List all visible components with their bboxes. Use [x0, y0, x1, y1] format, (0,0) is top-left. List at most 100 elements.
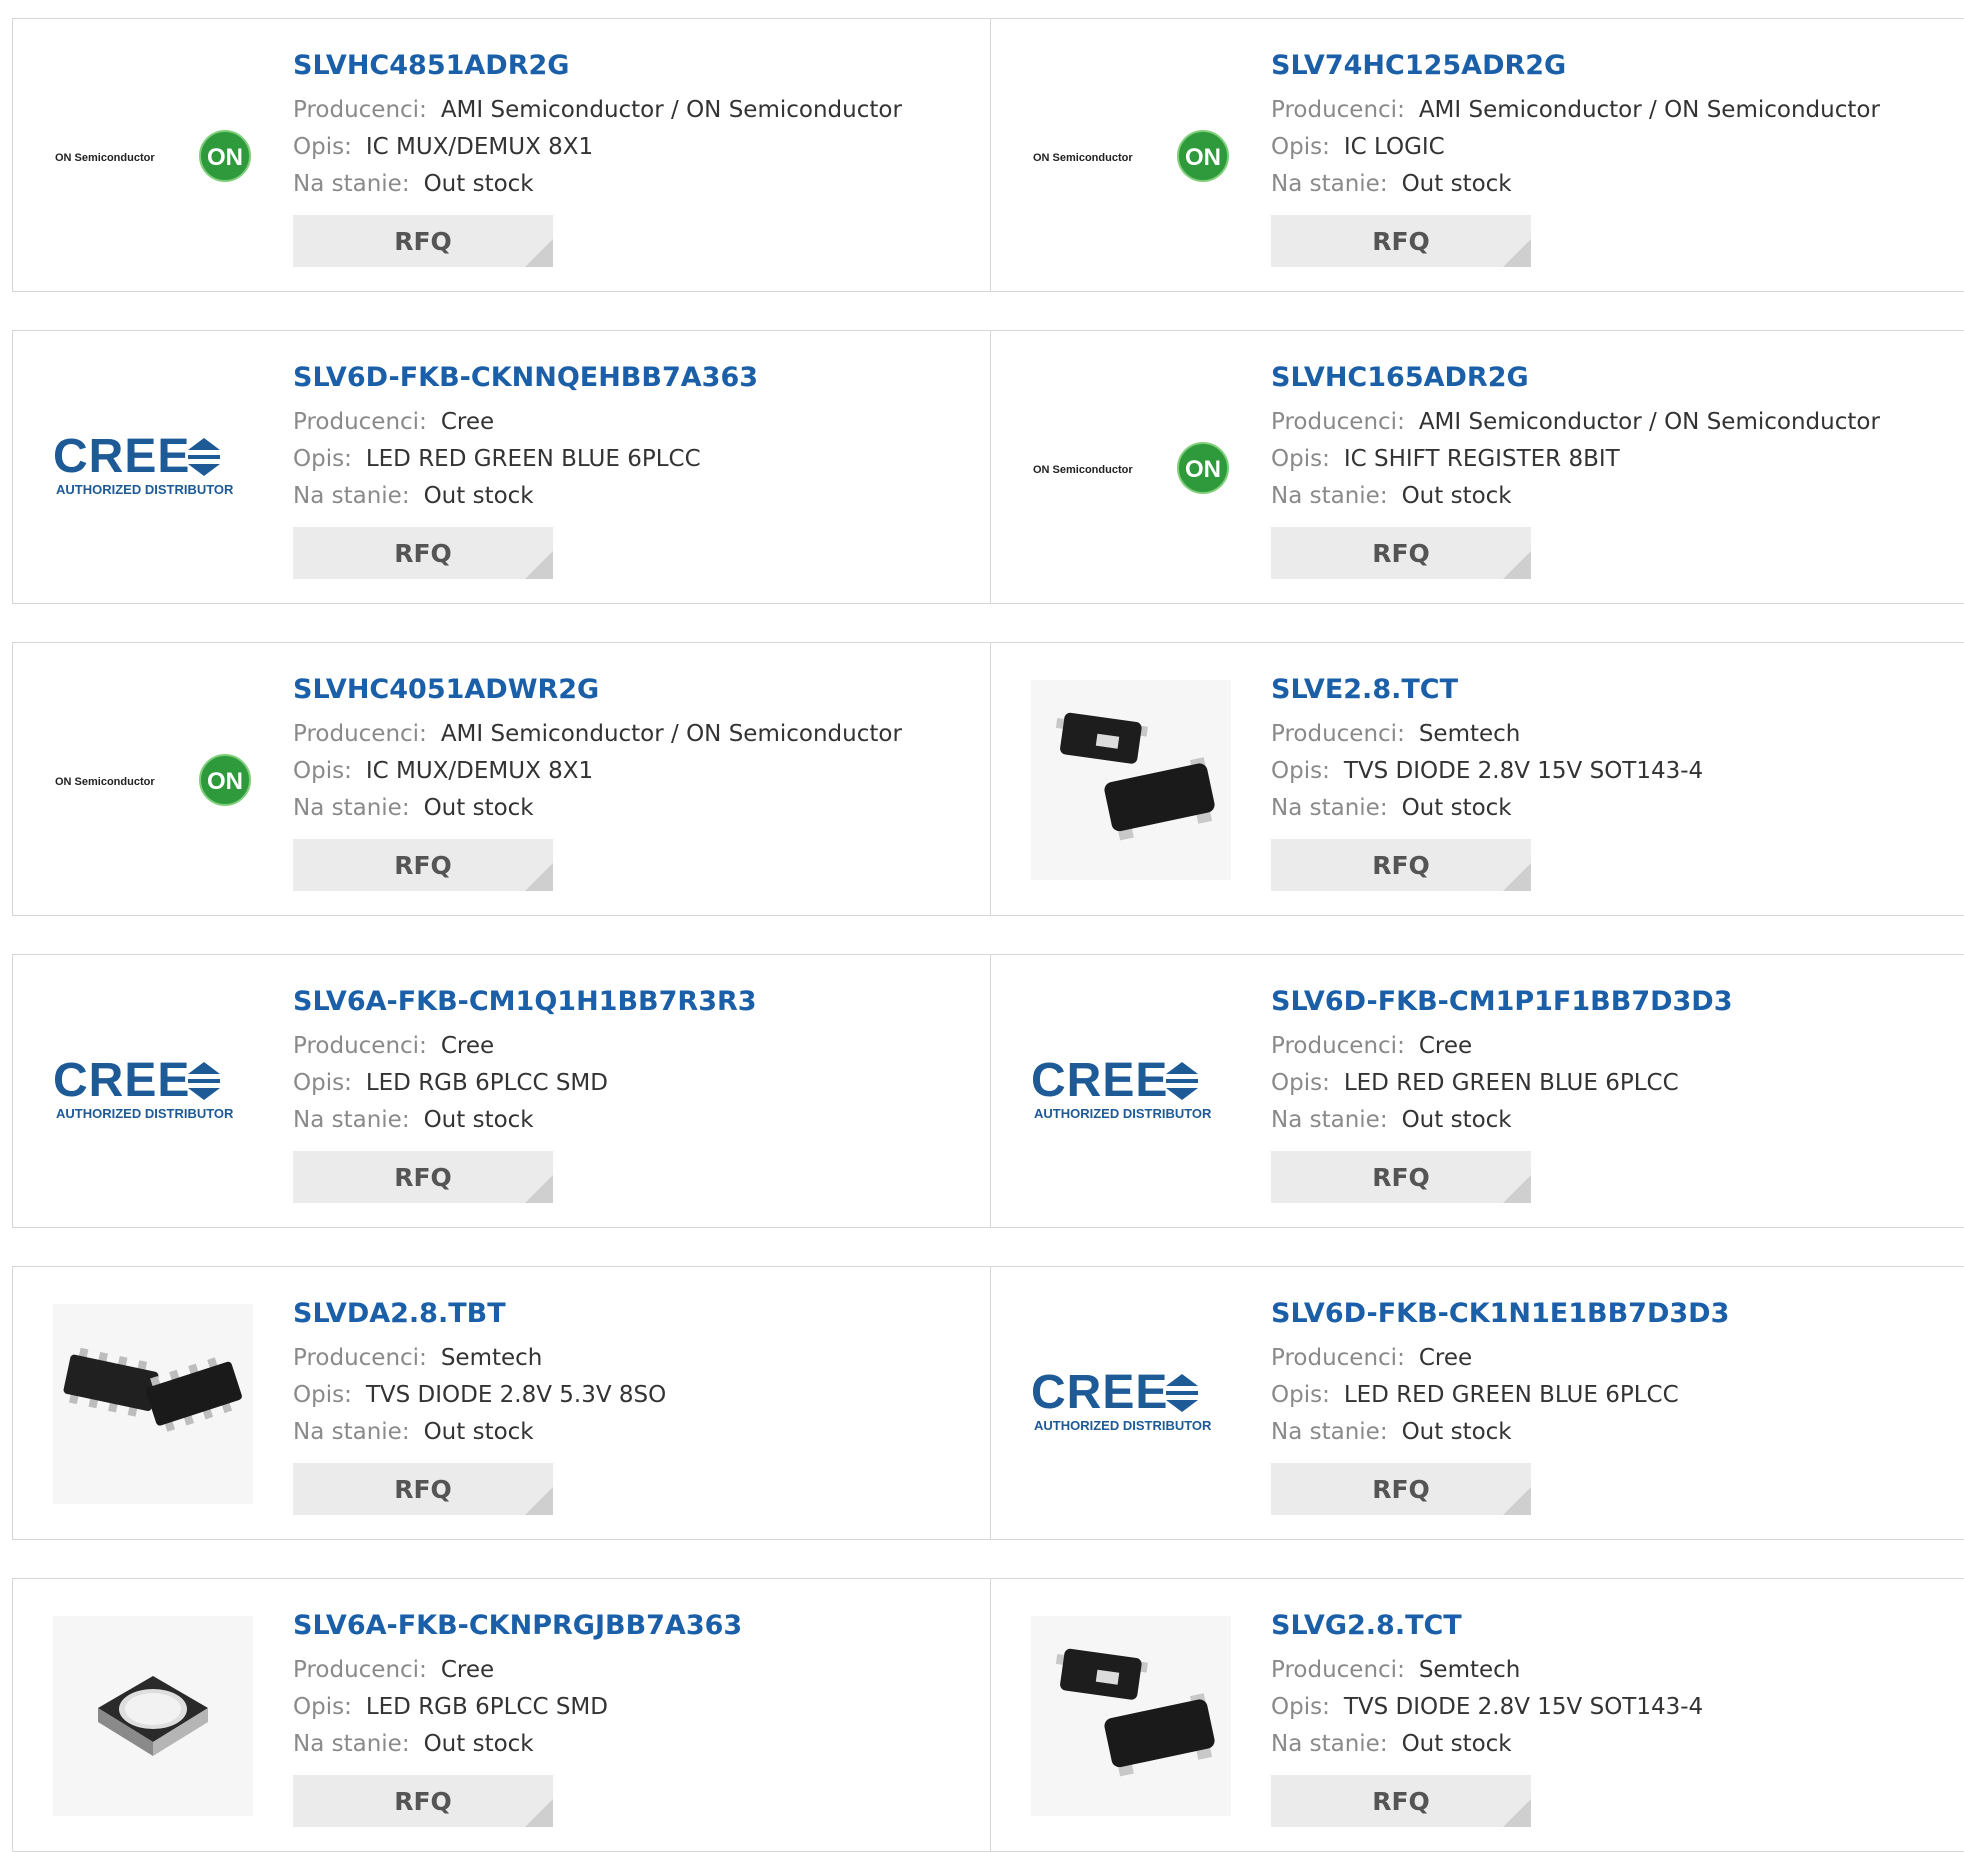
- part-number-link[interactable]: SLV74HC125ADR2G: [1271, 49, 1880, 83]
- rfq-button[interactable]: RFQ: [293, 1151, 553, 1203]
- part-number-link[interactable]: SLVHC4051ADWR2G: [293, 673, 902, 707]
- description-label: Opis:: [1271, 134, 1330, 160]
- stock-value: Out stock: [1401, 1107, 1512, 1133]
- manufacturer-value: Cree: [440, 1657, 495, 1683]
- part-number-link[interactable]: SLV6D-FKB-CM1P1F1BB7D3D3: [1271, 985, 1733, 1019]
- manufacturer-label: Producenci:: [1271, 1345, 1405, 1371]
- description-line: Opis: IC MUX/DEMUX 8X1: [293, 129, 902, 166]
- stock-value: Out stock: [1401, 795, 1512, 821]
- description-line: Opis: LED RED GREEN BLUE 6PLCC: [1271, 1065, 1733, 1102]
- manufacturer-value: Cree: [1418, 1033, 1473, 1059]
- product-image[interactable]: CREE AUTHORIZED DISTRIBUTOR: [1031, 1304, 1231, 1504]
- manufacturer-label: Producenci:: [293, 97, 427, 123]
- product-image[interactable]: ON Semiconductor ON: [53, 680, 253, 880]
- product-card: ON Semiconductor ON SLVHC165ADR2G Produc…: [991, 331, 1964, 603]
- description-label: Opis:: [293, 134, 352, 160]
- product-image[interactable]: ON Semiconductor ON: [1031, 56, 1231, 256]
- part-number-link[interactable]: SLVDA2.8.TBT: [293, 1297, 666, 1331]
- manufacturer-value: AMI Semiconductor / ON Semiconductor: [1418, 97, 1880, 123]
- part-number-link[interactable]: SLV6A-FKB-CM1Q1H1BB7R3R3: [293, 985, 757, 1019]
- part-number-link[interactable]: SLVHC165ADR2G: [1271, 361, 1880, 395]
- rfq-button[interactable]: RFQ: [293, 215, 553, 267]
- cree-logo: CREE AUTHORIZED DISTRIBUTOR: [53, 1054, 234, 1121]
- product-card: ON Semiconductor ON SLVHC4051ADWR2G Prod…: [13, 643, 991, 915]
- manufacturer-line: Producenci: Cree: [293, 1028, 757, 1065]
- svg-text:CREE: CREE: [1031, 1054, 1168, 1107]
- stock-label: Na stanie:: [1271, 1419, 1388, 1445]
- description-label: Opis:: [293, 1070, 352, 1096]
- product-image[interactable]: ON Semiconductor ON: [1031, 368, 1231, 568]
- rfq-button[interactable]: RFQ: [1271, 1151, 1531, 1203]
- product-image[interactable]: [1031, 680, 1231, 880]
- rfq-button[interactable]: RFQ: [1271, 839, 1531, 891]
- rfq-button[interactable]: RFQ: [1271, 215, 1531, 267]
- svg-text:AUTHORIZED DISTRIBUTOR: AUTHORIZED DISTRIBUTOR: [56, 1106, 234, 1121]
- description-line: Opis: LED RGB 6PLCC SMD: [293, 1065, 757, 1102]
- svg-text:ON: ON: [1185, 456, 1221, 483]
- rfq-button-label: RFQ: [394, 1162, 452, 1192]
- part-number-link[interactable]: SLV6D-FKB-CKNNQEHBB7A363: [293, 361, 758, 395]
- svg-text:CREE: CREE: [53, 430, 190, 483]
- rfq-corner-decoration: [525, 551, 553, 579]
- product-image[interactable]: [1031, 1616, 1231, 1816]
- manufacturer-line: Producenci: AMI Semiconductor / ON Semico…: [293, 716, 902, 753]
- product-image[interactable]: CREE AUTHORIZED DISTRIBUTOR: [1031, 992, 1231, 1192]
- product-card: CREE AUTHORIZED DISTRIBUTOR SLV6A-FKB-CM…: [13, 955, 991, 1227]
- rfq-button-label: RFQ: [394, 538, 452, 568]
- product-image[interactable]: [53, 1616, 253, 1816]
- manufacturer-value: Semtech: [440, 1345, 543, 1371]
- product-image[interactable]: [53, 1304, 253, 1504]
- description-value: IC MUX/DEMUX 8X1: [365, 758, 594, 784]
- rfq-button[interactable]: RFQ: [293, 527, 553, 579]
- manufacturer-line: Producenci: Semtech: [1271, 716, 1703, 753]
- product-image[interactable]: CREE AUTHORIZED DISTRIBUTOR: [53, 992, 253, 1192]
- manufacturer-label: Producenci:: [293, 721, 427, 747]
- on-semiconductor-logo: ON Semiconductor ON: [55, 754, 251, 806]
- description-line: Opis: LED RED GREEN BLUE 6PLCC: [293, 441, 758, 478]
- rfq-button[interactable]: RFQ: [1271, 1463, 1531, 1515]
- description-label: Opis:: [293, 446, 352, 472]
- description-value: LED RGB 6PLCC SMD: [365, 1070, 608, 1096]
- manufacturer-line: Producenci: AMI Semiconductor / ON Semico…: [1271, 92, 1880, 129]
- svg-text:CREE: CREE: [1031, 1366, 1168, 1419]
- part-number-link[interactable]: SLVG2.8.TCT: [1271, 1609, 1703, 1643]
- stock-line: Na stanie: Out stock: [293, 1414, 666, 1451]
- rfq-button[interactable]: RFQ: [1271, 1775, 1531, 1827]
- stock-value: Out stock: [423, 483, 534, 509]
- rfq-button[interactable]: RFQ: [293, 1775, 553, 1827]
- stock-label: Na stanie:: [1271, 1731, 1388, 1757]
- rfq-corner-decoration: [1503, 863, 1531, 891]
- rfq-corner-decoration: [1503, 551, 1531, 579]
- stock-line: Na stanie: Out stock: [1271, 790, 1703, 827]
- stock-line: Na stanie: Out stock: [293, 1726, 742, 1763]
- part-number-link[interactable]: SLVHC4851ADR2G: [293, 49, 902, 83]
- description-line: Opis: IC SHIFT REGISTER 8BIT: [1271, 441, 1880, 478]
- manufacturer-line: Producenci: Semtech: [1271, 1652, 1703, 1689]
- part-number-link[interactable]: SLV6D-FKB-CK1N1E1BB7D3D3: [1271, 1297, 1729, 1331]
- sot143-package-image: [1031, 680, 1231, 880]
- svg-text:ON Semiconductor: ON Semiconductor: [55, 152, 155, 164]
- rfq-button-label: RFQ: [394, 226, 452, 256]
- rfq-button[interactable]: RFQ: [293, 1463, 553, 1515]
- product-row: CREE AUTHORIZED DISTRIBUTOR SLV6A-FKB-CM…: [12, 954, 1964, 1228]
- rfq-button[interactable]: RFQ: [1271, 527, 1531, 579]
- description-value: IC MUX/DEMUX 8X1: [365, 134, 594, 160]
- rfq-corner-decoration: [525, 863, 553, 891]
- product-image[interactable]: ON Semiconductor ON: [53, 56, 253, 256]
- description-line: Opis: IC MUX/DEMUX 8X1: [293, 753, 902, 790]
- description-line: Opis: IC LOGIC: [1271, 129, 1880, 166]
- manufacturer-value: Cree: [440, 409, 495, 435]
- rfq-button[interactable]: RFQ: [293, 839, 553, 891]
- rfq-corner-decoration: [1503, 1175, 1531, 1203]
- svg-text:AUTHORIZED DISTRIBUTOR: AUTHORIZED DISTRIBUTOR: [1034, 1106, 1212, 1121]
- svg-text:ON Semiconductor: ON Semiconductor: [1033, 464, 1133, 476]
- product-image[interactable]: CREE AUTHORIZED DISTRIBUTOR: [53, 368, 253, 568]
- description-line: Opis: TVS DIODE 2.8V 15V SOT143-4: [1271, 753, 1703, 790]
- rfq-button-label: RFQ: [1372, 1786, 1430, 1816]
- description-value: LED RED GREEN BLUE 6PLCC: [1343, 1070, 1679, 1096]
- part-number-link[interactable]: SLV6A-FKB-CKNPRGJBB7A363: [293, 1609, 742, 1643]
- on-semiconductor-logo: ON Semiconductor ON: [55, 130, 251, 182]
- product-card: SLVDA2.8.TBT Producenci: Semtech Opis: TVS…: [13, 1267, 991, 1539]
- stock-line: Na stanie: Out stock: [1271, 1726, 1703, 1763]
- part-number-link[interactable]: SLVE2.8.TCT: [1271, 673, 1703, 707]
